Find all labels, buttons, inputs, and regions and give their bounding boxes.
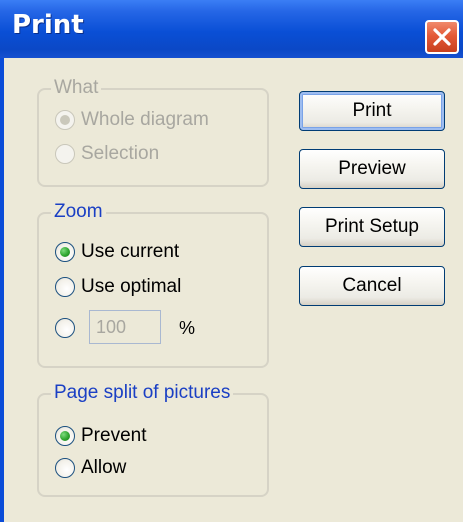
radio-selection[interactable]: Selection <box>55 141 159 167</box>
radio-label: Use current <box>81 241 180 262</box>
radio-label: Selection <box>81 143 160 164</box>
radio-button[interactable] <box>55 318 75 338</box>
radio-use-optimal[interactable]: Use optimal <box>55 274 181 300</box>
what-group-legend: What <box>51 77 102 99</box>
radio-prevent[interactable]: Prevent <box>55 423 146 449</box>
radio-button[interactable] <box>55 277 75 297</box>
radio-label: Prevent <box>81 425 147 446</box>
cancel-button[interactable]: Cancel <box>299 266 445 306</box>
radio-button[interactable] <box>55 144 75 164</box>
what-group: What Whole diagram Selection <box>37 77 269 187</box>
page-split-group-legend: Page split of pictures <box>51 382 234 404</box>
zoom-percent-field-wrap <box>89 310 161 344</box>
print-button[interactable]: Print <box>299 91 445 131</box>
radio-button[interactable] <box>55 110 75 130</box>
radio-whole-diagram[interactable]: Whole diagram <box>55 107 209 133</box>
radio-button[interactable] <box>55 458 75 478</box>
dialog-title: Print <box>12 10 84 40</box>
radio-button[interactable] <box>55 242 75 262</box>
page-split-group: Page split of pictures Prevent Allow <box>37 382 269 497</box>
radio-label: Use optimal <box>81 276 182 297</box>
radio-label: Allow <box>81 457 127 478</box>
radio-allow[interactable]: Allow <box>55 455 126 481</box>
zoom-group: Zoom Use current Use optimal % <box>37 201 269 368</box>
close-button[interactable] <box>425 20 459 54</box>
radio-custom-zoom[interactable] <box>55 315 75 341</box>
title-bar[interactable]: Print <box>0 0 463 58</box>
radio-use-current[interactable]: Use current <box>55 239 179 265</box>
print-dialog: Print What Whole diagram Selection Zoom … <box>0 0 463 522</box>
close-x-icon <box>433 28 451 46</box>
preview-button[interactable]: Preview <box>299 149 445 189</box>
percent-symbol: % <box>179 318 196 338</box>
zoom-percent-input[interactable] <box>89 310 161 344</box>
radio-button[interactable] <box>55 426 75 446</box>
print-setup-button[interactable]: Print Setup <box>299 207 445 247</box>
radio-label: Whole diagram <box>81 109 209 130</box>
zoom-group-legend: Zoom <box>51 201 106 223</box>
